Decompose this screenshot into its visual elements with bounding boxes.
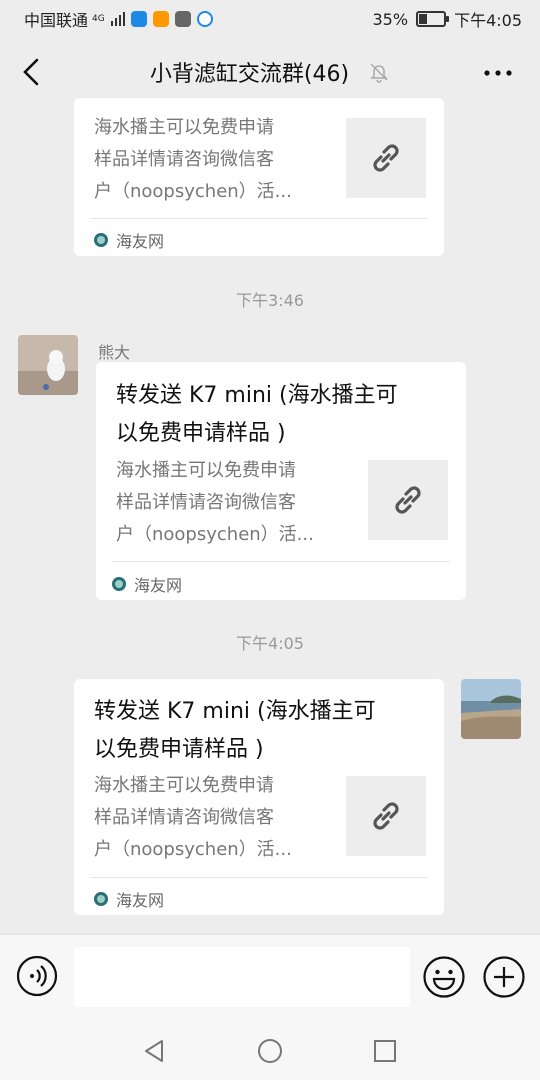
divider <box>90 218 428 219</box>
gray-app-icon <box>174 11 191 27</box>
desc-line: 户（noopsychen）活... <box>94 181 292 202</box>
signal-icon <box>110 12 125 26</box>
title-line: 以免费申请样品 ) <box>94 737 264 762</box>
nav-back-button[interactable] <box>140 1036 170 1066</box>
clock: 下午4:05 <box>454 11 522 30</box>
desc-line: 海水播主可以免费申请 <box>94 117 274 138</box>
status-right: 35% 下午4:05 <box>373 7 523 31</box>
sender-name: 熊大 <box>98 343 131 362</box>
source-name: 海友网 <box>116 891 165 910</box>
map-app-icon <box>196 11 213 27</box>
desc-line: 样品详情请咨询微信客 <box>94 149 274 170</box>
more-button[interactable] <box>480 58 516 88</box>
link-card-message[interactable]: 转发送 K7 mini (海水播主可 以免费申请样品 ) 海水播主可以免费申请 … <box>96 362 466 600</box>
card-description: 海水播主可以免费申请 样品详情请咨询微信客 户（noopsychen）活... <box>94 770 334 866</box>
link-icon <box>395 486 421 514</box>
battery-icon <box>416 11 450 27</box>
voice-icon <box>16 955 58 997</box>
carrier-label: 中国联通 <box>24 11 89 30</box>
nav-home-button[interactable] <box>255 1036 285 1066</box>
beach-avatar-image <box>461 679 521 739</box>
link-card-message[interactable]: 转发送 K7 mini (海水播主可 以免费申请样品 ) 海水播主可以免费申请 … <box>74 679 444 915</box>
my-avatar[interactable] <box>461 679 521 739</box>
link-icon <box>373 144 399 172</box>
avatar[interactable] <box>18 335 78 395</box>
dog-avatar-image <box>18 335 78 395</box>
emoji-button[interactable] <box>422 955 466 999</box>
card-description: 海水播主可以免费申请 样品详情请咨询微信客 户（noopsychen）活... <box>94 112 334 208</box>
link-thumbnail <box>346 118 426 198</box>
source-name: 海友网 <box>134 576 183 595</box>
card-title: 转发送 K7 mini (海水播主可 以免费申请样品 ) <box>116 377 450 453</box>
source-logo-icon <box>112 577 126 591</box>
link-thumbnail <box>346 776 426 856</box>
card-description: 海水播主可以免费申请 样品详情请咨询微信客 户（noopsychen）活... <box>116 455 356 551</box>
desc-line: 海水播主可以免费申请 <box>116 460 296 481</box>
title-line: 转发送 K7 mini (海水播主可 <box>94 699 376 724</box>
triangle-back-icon <box>145 1040 163 1062</box>
desc-line: 样品详情请咨询微信客 <box>94 807 274 828</box>
title-line: 以免费申请样品 ) <box>116 421 286 446</box>
system-nav-bar <box>0 1020 540 1080</box>
desc-line: 海水播主可以免费申请 <box>94 775 274 796</box>
message-input[interactable] <box>74 947 410 1007</box>
source-logo-icon <box>94 233 108 247</box>
status-bar: 中国联通 4G 35% 下午4:05 <box>0 0 540 36</box>
source-name: 海友网 <box>116 232 165 251</box>
timestamp: 下午3:46 <box>236 291 304 310</box>
header-title: 小背滤缸交流群(46) <box>0 56 540 89</box>
orange-app-icon <box>152 11 169 27</box>
divider <box>112 561 450 562</box>
link-card-message[interactable]: 海水播主可以免费申请 样品详情请咨询微信客 户（noopsychen）活... … <box>74 98 444 256</box>
network-label: 4G <box>92 14 105 24</box>
desc-line: 户（noopsychen）活... <box>94 839 292 860</box>
nav-recents-button[interactable] <box>370 1036 400 1066</box>
desc-line: 户（noopsychen）活... <box>116 524 314 545</box>
battery-percent: 35% <box>372 9 409 29</box>
card-source: 海友网 <box>112 572 182 596</box>
card-source: 海友网 <box>94 228 164 252</box>
plus-button[interactable] <box>482 955 526 999</box>
circle-home-icon <box>258 1039 282 1063</box>
voice-button[interactable] <box>16 955 58 997</box>
plus-icon <box>483 956 525 998</box>
link-thumbnail <box>368 460 448 540</box>
page-title: 小背滤缸交流群(46) <box>149 62 350 87</box>
shield-app-icon <box>130 11 147 27</box>
desc-line: 样品详情请咨询微信客 <box>116 492 296 513</box>
timestamp: 下午4:05 <box>236 634 304 653</box>
card-source: 海友网 <box>94 887 164 911</box>
emoji-icon <box>423 956 465 998</box>
square-recents-icon <box>374 1040 396 1062</box>
source-logo-icon <box>94 892 108 906</box>
more-icon <box>484 70 512 76</box>
link-icon <box>373 802 399 830</box>
card-title: 转发送 K7 mini (海水播主可 以免费申请样品 ) <box>94 693 428 769</box>
mute-bell-icon <box>368 61 390 89</box>
title-line: 转发送 K7 mini (海水播主可 <box>116 383 398 408</box>
input-bar <box>0 934 540 1021</box>
status-left: 中国联通 4G <box>24 7 213 31</box>
divider <box>90 877 428 878</box>
